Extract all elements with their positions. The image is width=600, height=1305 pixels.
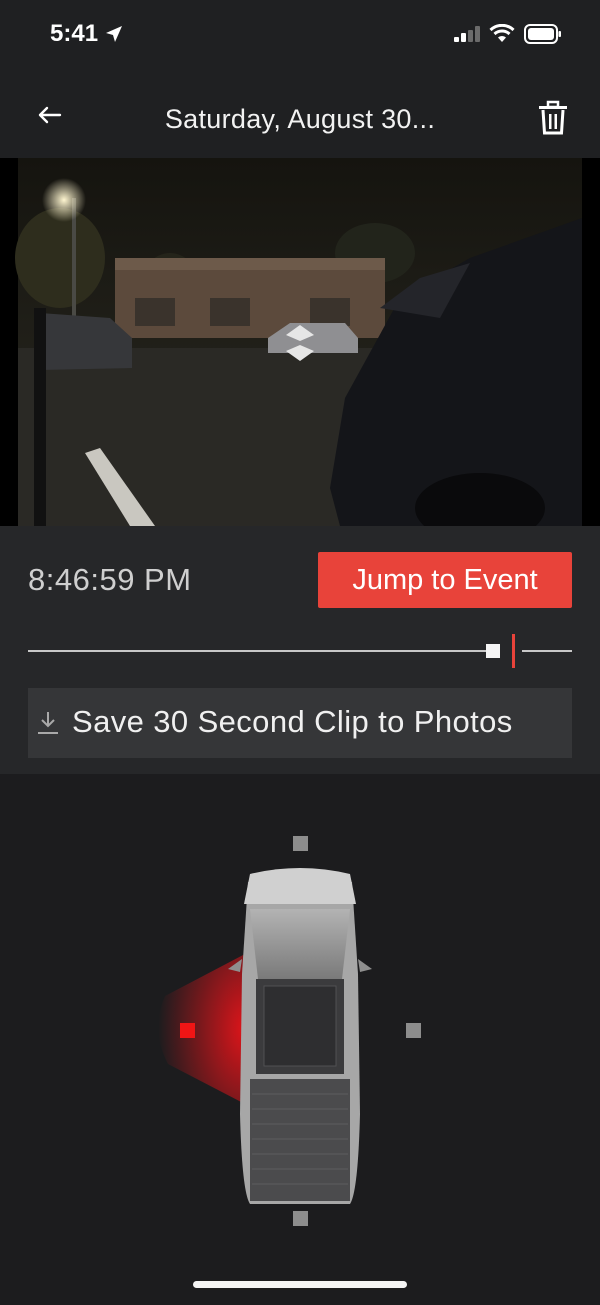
download-icon: [38, 712, 58, 734]
video-frame: [0, 158, 600, 526]
video-player[interactable]: [0, 158, 600, 526]
page-title: Saturday, August 30...: [164, 104, 436, 134]
location-arrow-icon: [106, 26, 122, 42]
scrubber-gap: [500, 644, 522, 658]
timeline-scrubber[interactable]: [28, 634, 572, 668]
active-camera-view-cone: [158, 954, 245, 1104]
jump-to-event-button[interactable]: Jump to Event: [318, 552, 572, 608]
event-marker: [512, 634, 515, 668]
wifi-icon: [489, 24, 515, 42]
save-clip-label: Save 30 Second Clip to Photos: [72, 704, 513, 739]
scrubber-thumb[interactable]: [486, 644, 500, 658]
pickup-truck-icon: [228, 868, 372, 1204]
clip-timestamp: 8:46:59 PM: [28, 562, 192, 597]
home-indicator[interactable]: [193, 1281, 407, 1288]
rear-camera-selector[interactable]: [293, 1211, 308, 1226]
header: Saturday, August 30...: [0, 70, 600, 158]
left-camera-selector[interactable]: [180, 1023, 195, 1038]
camera-map: [0, 774, 600, 1300]
save-clip-button[interactable]: Save 30 Second Clip to Photos: [28, 688, 572, 758]
delete-button[interactable]: [535, 100, 571, 136]
cellular-signal-icon: [454, 26, 480, 42]
status-time: 5:41: [50, 20, 99, 47]
status-bar: 5:41: [0, 0, 600, 70]
trash-icon: [539, 100, 567, 135]
playback-controls: 8:46:59 PM Jump to Event Save 30 Second …: [0, 526, 600, 774]
battery-icon: [524, 24, 561, 44]
front-camera-selector[interactable]: [293, 836, 308, 851]
right-camera-selector[interactable]: [406, 1023, 421, 1038]
